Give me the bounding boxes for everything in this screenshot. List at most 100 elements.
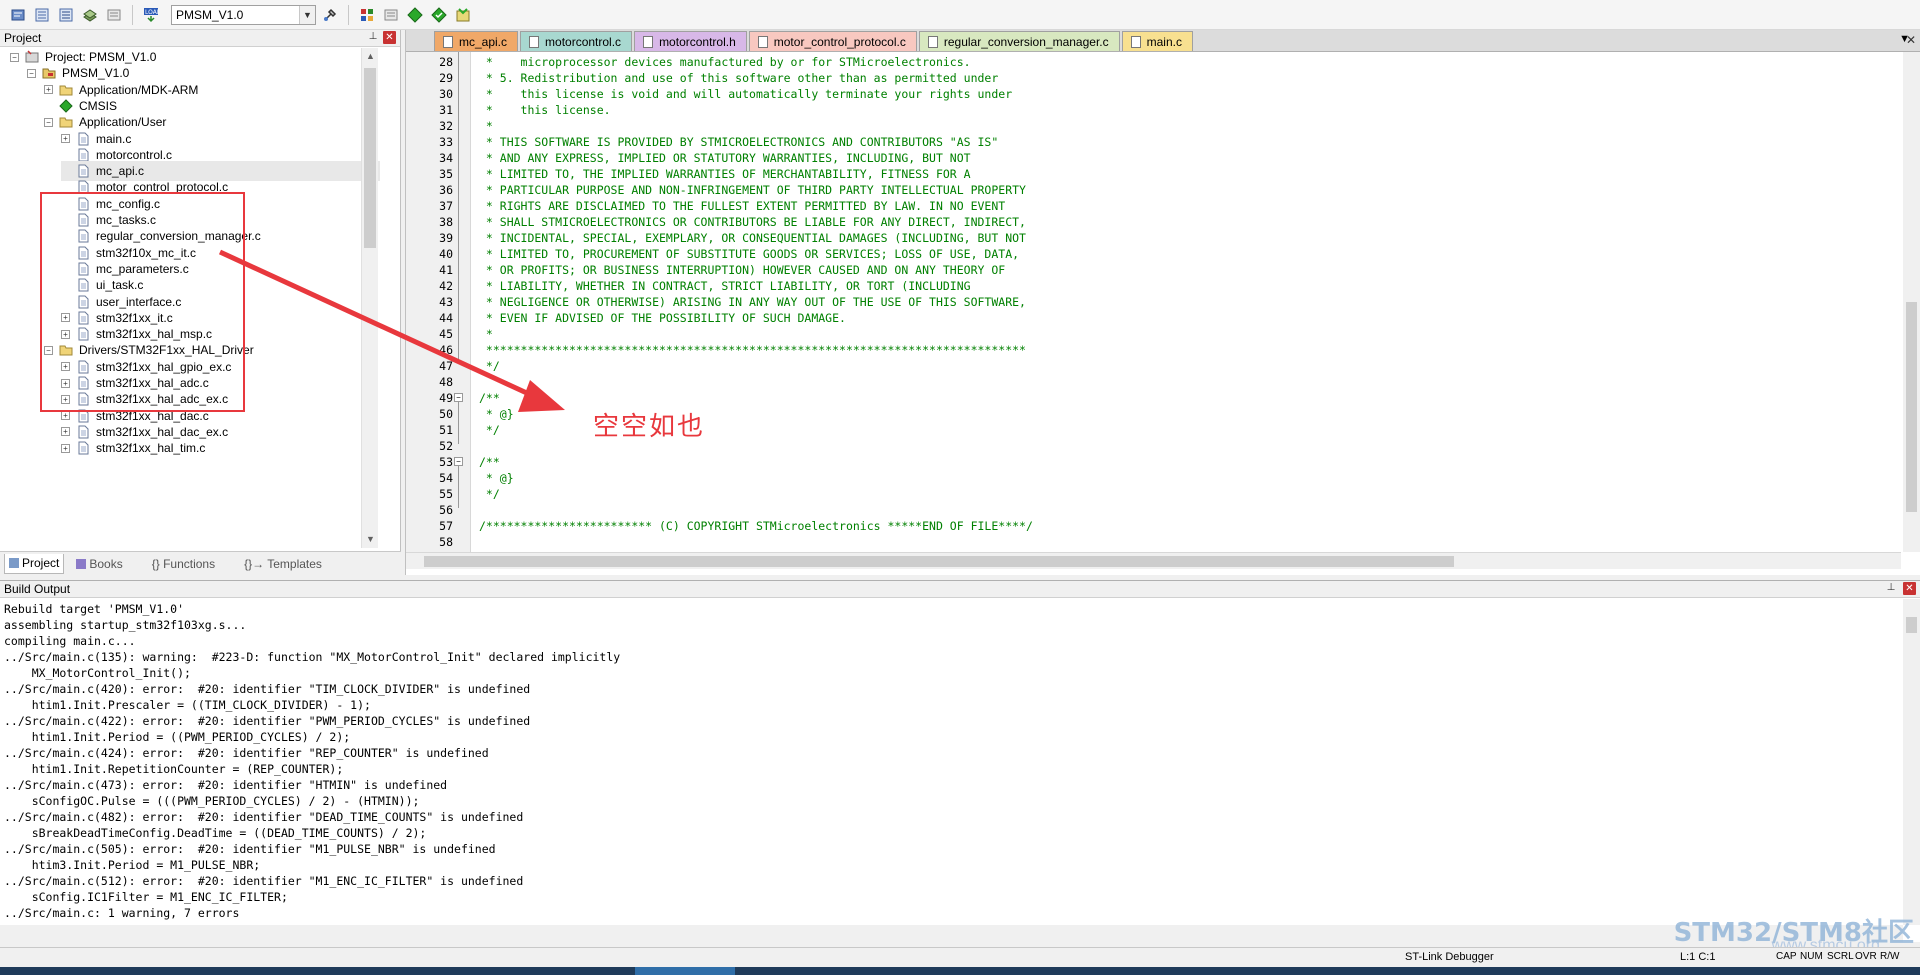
run-time-icon[interactable] [453, 5, 473, 25]
pane-tab-label: {}→ Templates [244, 556, 322, 571]
close-icon[interactable]: ✕ [1903, 582, 1916, 595]
scroll-thumb[interactable] [424, 556, 1454, 567]
editor: mc_api.c motorcontrol.c motorcontrol.h moto… [405, 30, 1920, 575]
code-line: * RIGHTS ARE DISCLAIMED TO THE FULLEST E… [479, 199, 1006, 213]
build-output-line: compiling main.c... [4, 634, 136, 648]
pin-icon[interactable]: ⊥ [367, 31, 379, 43]
scroll-thumb[interactable] [1906, 302, 1917, 512]
file-icon [76, 148, 90, 162]
expand-icon[interactable]: + [61, 427, 70, 437]
books-icon [76, 558, 87, 569]
pack-installer-icon[interactable] [429, 5, 449, 25]
fold-icon[interactable]: − [454, 457, 463, 466]
line-number: 56 [439, 503, 453, 517]
build-output-line: htim1.Init.Prescaler = ((TIM_CLOCK_DIVID… [4, 698, 371, 712]
tree-item-label: stm32f1xx_hal_adc.c [96, 376, 209, 390]
build-output-line: ../Src/main.c: 1 warning, 7 errors [4, 906, 240, 920]
scroll-down-icon[interactable]: ▼ [362, 531, 379, 548]
project-tree-scrollbar[interactable]: ▲ ▼ [361, 48, 378, 548]
code-line: * AND ANY EXPRESS, IMPLIED OR STATUTORY … [479, 151, 971, 165]
file-icon [529, 35, 540, 48]
collapse-icon[interactable]: − [44, 117, 53, 127]
close-icon[interactable]: ✕ [383, 31, 396, 44]
collapse-icon[interactable]: − [10, 52, 19, 62]
tree-item-label: main.c [96, 131, 132, 146]
file-icon [76, 360, 90, 374]
close-icon[interactable]: ✕ [1906, 33, 1920, 47]
expand-icon[interactable]: + [61, 134, 70, 143]
fold-icon[interactable]: − [454, 393, 463, 402]
expand-icon[interactable]: + [44, 85, 53, 95]
build-output-line: ../Src/main.c(420): error: #20: identifi… [4, 682, 531, 696]
manage-icon[interactable] [357, 5, 377, 25]
editor-tab[interactable]: motorcontrol.h [634, 31, 747, 51]
stop-build-icon[interactable] [104, 5, 124, 25]
expand-icon[interactable]: + [61, 443, 70, 453]
pane-tab[interactable]: Project [4, 553, 65, 574]
code-line: * EVEN IF ADVISED OF THE POSSIBILITY OF … [479, 311, 846, 325]
tree-item-label: motor_control_protocol.c [96, 180, 229, 195]
build-output-horizontal-scrollbar[interactable] [0, 925, 1903, 942]
collapse-icon[interactable]: − [44, 345, 53, 355]
line-number: 40 [439, 247, 453, 261]
expand-icon[interactable]: + [61, 362, 70, 372]
collapse-icon[interactable]: − [27, 68, 36, 78]
load-icon[interactable]: LOAD [141, 5, 161, 25]
translate-icon[interactable] [8, 5, 28, 25]
expand-icon[interactable]: + [61, 394, 70, 404]
line-number: 44 [439, 311, 453, 325]
editor-tab[interactable]: regular_conversion_manager.c [918, 31, 1120, 51]
project-pane-title: Project [4, 31, 42, 45]
code-line: * PARTICULAR PURPOSE AND NON-INFRINGEMEN… [479, 183, 1026, 197]
editor-tab[interactable]: motorcontrol.c [520, 31, 633, 51]
editor-vertical-scrollbar[interactable] [1903, 52, 1920, 552]
build-output-line: ../Src/main.c(505): error: #20: identifi… [4, 842, 496, 856]
batch-build-icon[interactable] [80, 5, 100, 25]
build-output-line: sConfig.IC1Filter = M1_ENC_IC_FILTER; [4, 890, 288, 904]
expand-icon[interactable]: + [61, 411, 70, 421]
pane-tab[interactable]: {} Functions [135, 554, 219, 574]
rebuild-icon[interactable] [56, 5, 76, 25]
editor-tab[interactable]: mc_api.c [434, 31, 519, 51]
build-output-line: htim3.Init.Period = M1_PULSE_NBR; [4, 858, 261, 872]
file-icon [76, 311, 90, 325]
build-output-line: sConfigOC.Pulse = (((PWM_PERIOD_CYCLES) … [4, 794, 420, 808]
file-icon [76, 246, 90, 260]
file-icon [76, 164, 90, 178]
taskbar-active-item[interactable] [635, 967, 735, 975]
code-area[interactable]: * microprocessor devices manufactured by… [471, 52, 1901, 552]
expand-icon[interactable]: + [61, 378, 70, 388]
editor-tab[interactable]: main.c [1121, 31, 1193, 51]
pane-tab[interactable]: Books [72, 554, 126, 574]
pane-tab[interactable]: {}→ Templates [227, 554, 326, 574]
pin-icon[interactable]: ⊥ [1885, 582, 1897, 594]
build-output-line: htim1.Init.Period = ((PWM_PERIOD_CYCLES)… [4, 730, 351, 744]
scroll-thumb[interactable] [1906, 617, 1917, 633]
project-pane-header: Project ⊥ ✕ [0, 30, 400, 47]
pane-tab-label: Project [22, 556, 60, 570]
chevron-down-icon[interactable]: ▼ [299, 5, 315, 24]
tree-item-label: Application/User [79, 115, 167, 130]
options-icon[interactable] [320, 5, 340, 25]
editor-tab-label: motorcontrol.c [545, 34, 622, 49]
scroll-thumb[interactable] [364, 68, 376, 248]
tree-item-label: stm32f1xx_it.c [96, 310, 173, 325]
editor-tab[interactable]: motor_control_protocol.c [748, 31, 917, 51]
tree-item[interactable]: + stm32f1xx_hal_tim.c [61, 438, 380, 458]
build-output-vertical-scrollbar[interactable] [1903, 599, 1920, 925]
editor-horizontal-scrollbar[interactable] [406, 552, 1901, 569]
select-packs-icon[interactable] [405, 5, 425, 25]
scroll-up-icon[interactable]: ▲ [362, 48, 379, 65]
editor-tab-label: mc_api.c [459, 34, 508, 49]
file-icon [76, 197, 90, 211]
expand-icon[interactable]: + [61, 313, 70, 323]
settings-icon[interactable] [381, 5, 401, 25]
build-output-text[interactable]: Rebuild target 'PMSM_V1.0' assembling sta… [4, 601, 1884, 921]
expand-icon[interactable]: + [61, 329, 70, 339]
build-icon[interactable] [32, 5, 52, 25]
line-number: 33 [439, 135, 453, 149]
target-select[interactable]: PMSM_V1.0 ▼ [171, 4, 316, 25]
